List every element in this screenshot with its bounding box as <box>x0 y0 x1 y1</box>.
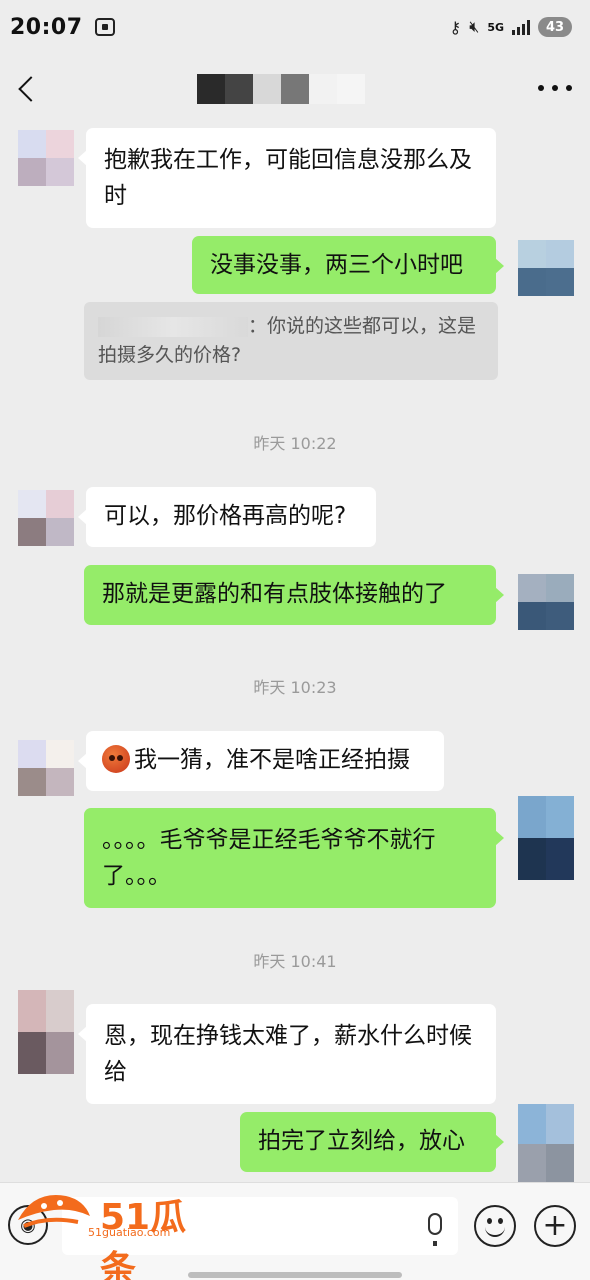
avatar[interactable] <box>518 240 574 296</box>
message-text: 我一猜，准不是啥正经拍摄 <box>134 747 410 773</box>
network-label: 5G <box>487 20 504 34</box>
status-time: 20:07 <box>10 14 83 40</box>
avatar-tile <box>18 1032 46 1074</box>
title-mosaic-tile <box>309 74 337 104</box>
home-indicator[interactable] <box>188 1272 402 1278</box>
message-bubble-outgoing[interactable]: 那就是更露的和有点肢体接触的了 <box>84 565 504 625</box>
message-bubble-incoming[interactable]: 抱歉我在工作，可能回信息没那么及时 <box>78 128 496 228</box>
avatar-tile <box>46 990 74 1032</box>
avatar-tile <box>518 1104 546 1144</box>
timestamp: 昨天 10:41 <box>253 952 337 971</box>
avatar-tile <box>518 574 546 602</box>
timestamp: 昨天 10:23 <box>253 678 337 697</box>
avatar-tile <box>546 574 574 602</box>
message-bubble-outgoing[interactable]: 。。。。毛爷爷是正经毛爷爷不就行了。。。 <box>84 808 504 908</box>
more-dots-icon[interactable] <box>538 78 572 98</box>
avatar[interactable] <box>518 1104 574 1184</box>
title-mosaic-tile <box>253 74 281 104</box>
mic-icon[interactable] <box>428 1213 442 1246</box>
plus-icon[interactable]: + <box>534 1205 576 1247</box>
avatar-tile <box>546 1144 574 1184</box>
avatar-tile <box>546 268 574 296</box>
avatar-tile <box>18 990 46 1032</box>
message-bubble-incoming[interactable]: 我一猜，准不是啥正经拍摄 <box>78 731 444 791</box>
message-bubble-incoming[interactable]: 恩，现在挣钱太难了，薪水什么时候给 <box>78 1004 496 1104</box>
key-icon: ⚷ <box>449 17 462 37</box>
avatar[interactable] <box>18 990 74 1074</box>
message-bubble-outgoing[interactable]: 拍完了立刻给，放心 <box>240 1112 504 1172</box>
avatar-tile <box>18 740 46 768</box>
mute-icon: 🔇︎ <box>469 17 480 36</box>
title-mosaic-tile <box>281 74 309 104</box>
avatar[interactable] <box>18 130 74 186</box>
avatar-tile <box>546 838 574 880</box>
quoted-message[interactable]: ：你说的这些都可以，这是拍摄多久的价格? <box>84 302 498 380</box>
avatar-tile <box>46 740 74 768</box>
watermark-logo: 51瓜条 51guatiao.com <box>14 1186 214 1280</box>
avatar[interactable] <box>18 490 74 546</box>
watermark-url: 51guatiao.com <box>88 1226 171 1239</box>
avatar-tile <box>18 490 46 518</box>
chevron-left-icon[interactable] <box>14 72 44 106</box>
avatar-tile <box>18 158 46 186</box>
avatar-tile <box>518 796 546 838</box>
message-bubble-outgoing[interactable]: 没事没事，两三个小时吧 <box>192 236 504 294</box>
title-mosaic-tile <box>337 74 365 104</box>
blurred-name <box>98 316 248 337</box>
status-icons: ⚷ 🔇︎ 5G 43 <box>449 17 572 37</box>
watermark-logo-icon <box>18 1195 90 1228</box>
avatar-tile <box>546 240 574 268</box>
battery-icon: 43 <box>538 17 572 37</box>
signal-icon <box>512 19 530 35</box>
status-bar: 20:07 ⚷ 🔇︎ 5G 43 <box>0 0 590 54</box>
avatar-tile <box>46 1032 74 1074</box>
avatar[interactable] <box>518 574 574 630</box>
title-mosaic-tile <box>225 74 253 104</box>
avatar-tile <box>518 268 546 296</box>
avatar-tile <box>518 1144 546 1184</box>
avatar-tile <box>546 602 574 630</box>
battery-level: 43 <box>545 19 565 35</box>
avatar-tile <box>18 768 46 796</box>
screen-record-icon <box>94 18 115 36</box>
emoji-icon[interactable] <box>474 1205 516 1247</box>
avatar-tile <box>546 796 574 838</box>
angry-face-emoji <box>102 745 130 773</box>
avatar[interactable] <box>18 740 74 796</box>
avatar-tile <box>518 602 546 630</box>
title-mosaic-tile <box>365 74 393 104</box>
avatar-tile <box>518 240 546 268</box>
avatar-tile <box>518 838 546 880</box>
avatar-tile <box>46 768 74 796</box>
chat-title <box>197 74 393 104</box>
timestamp: 昨天 10:22 <box>253 434 337 453</box>
message-bubble-incoming[interactable]: 可以，那价格再高的呢? <box>78 487 376 547</box>
avatar-tile <box>46 490 74 518</box>
avatar-tile <box>46 130 74 158</box>
avatar-tile <box>546 1104 574 1144</box>
avatar-tile <box>18 518 46 546</box>
avatar[interactable] <box>518 796 574 880</box>
avatar-tile <box>18 130 46 158</box>
chat-header <box>0 54 590 124</box>
avatar-tile <box>46 518 74 546</box>
title-mosaic-tile <box>197 74 225 104</box>
avatar-tile <box>46 158 74 186</box>
